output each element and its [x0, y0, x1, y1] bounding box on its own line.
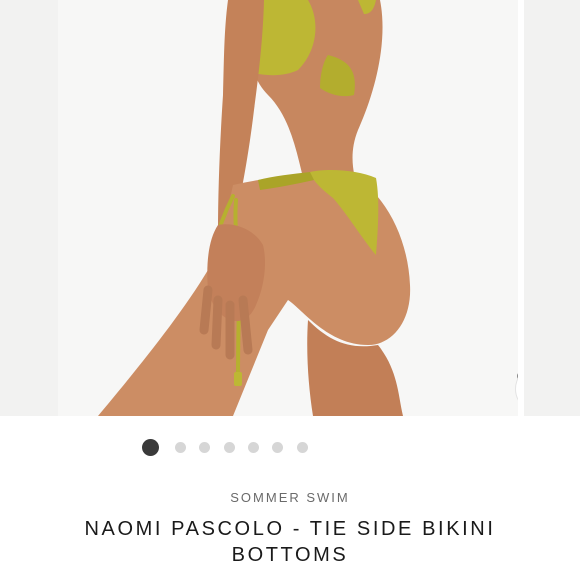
product-title: NAOMI PASCOLO - TIE SIDE BIKINI BOTTOMS — [84, 518, 496, 566]
next-slide-peek[interactable] — [524, 0, 580, 416]
pagination-dot[interactable] — [174, 441, 186, 453]
magnifier-icon — [517, 373, 518, 379]
product-page: SOMMER SWIM NAOMI PASCOLO - TIE SIDE BIK… — [0, 0, 580, 580]
pagination-dot[interactable] — [296, 441, 308, 453]
pagination-dot[interactable] — [142, 438, 160, 456]
product-photo[interactable] — [58, 0, 518, 416]
pagination-dot[interactable] — [199, 441, 211, 453]
model-photo-illustration — [58, 0, 518, 416]
pagination-dot[interactable] — [272, 441, 284, 453]
previous-slide-peek[interactable] — [0, 0, 58, 416]
gallery-pagination — [0, 438, 580, 456]
product-brand[interactable]: SOMMER SWIM — [0, 490, 580, 505]
pagination-dot[interactable] — [248, 441, 260, 453]
pagination-dot[interactable] — [223, 441, 235, 453]
product-image-gallery[interactable] — [0, 0, 580, 416]
pagination-dots — [136, 438, 315, 456]
